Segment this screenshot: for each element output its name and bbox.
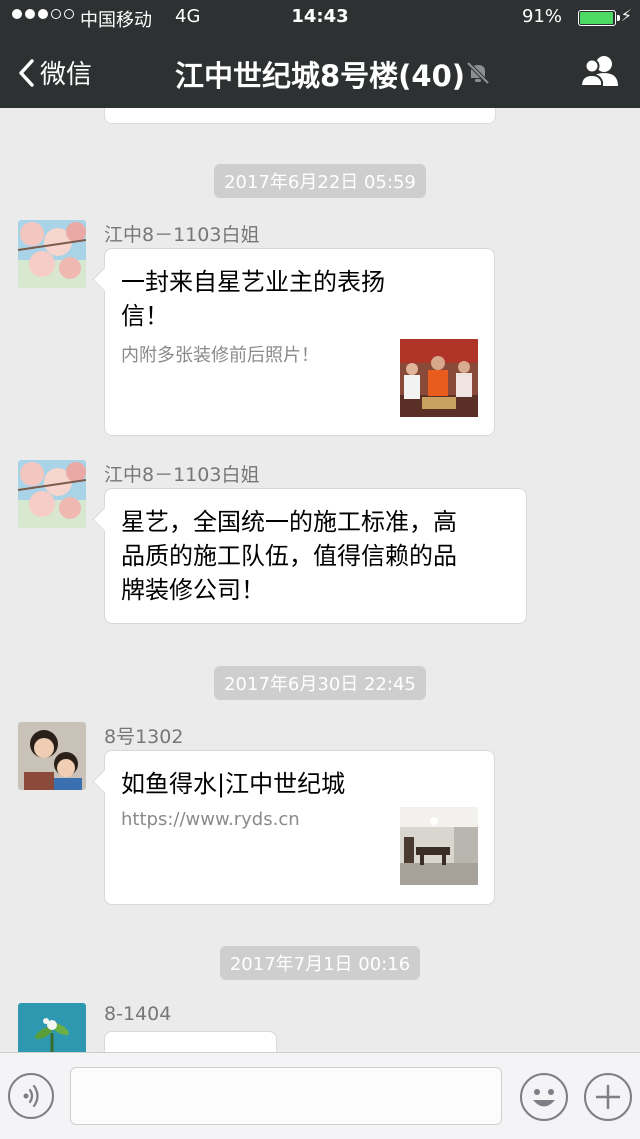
timestamp-divider: 2017年7月1日 00:16 [0, 946, 640, 980]
interior-room-thumbnail-icon [400, 807, 478, 885]
link-card-title: 如鱼得水|江中世纪城 [121, 770, 346, 798]
sender-name: 江中8－1103白姐 [104, 224, 260, 246]
timestamp-label: 2017年7月1日 00:16 [219, 946, 421, 980]
more-functions-button[interactable] [584, 1073, 632, 1121]
voice-icon [23, 1084, 39, 1108]
timestamp-label: 2017年6月22日 05:59 [214, 164, 426, 198]
link-card-title: 一封来自星艺业主的表扬 信！ [121, 268, 385, 330]
link-card-description: 内附多张装修前后照片！ [121, 345, 319, 366]
message-text: 星艺，全国统一的施工标准，高 品质的施工队伍，值得信赖的品 牌装修公司！ [121, 508, 457, 604]
family-avatar-icon [18, 722, 86, 790]
emoji-button[interactable] [520, 1073, 568, 1121]
message-input[interactable] [70, 1067, 502, 1125]
nav-bar: 微信 江中世纪城8号楼(40) [0, 36, 640, 108]
status-bar: 中国移动 4G 14:43 91% ⚡ [0, 0, 640, 36]
header: 中国移动 4G 14:43 91% ⚡ 微信 江中世纪城8号楼(40) [0, 0, 640, 108]
link-card-message[interactable]: 如鱼得水|江中世纪城 https://www.ryds.cn [104, 750, 495, 905]
chat-message-list[interactable]: 2017年6月22日 05:59 江中8－1103白姐 一封来自星艺业主的表扬 … [0, 108, 640, 1052]
timestamp-divider: 2017年6月30日 22:45 [0, 666, 640, 700]
link-card-url: https://www.ryds.cn [121, 809, 300, 830]
flower-avatar-icon [18, 460, 86, 528]
partial-message[interactable] [104, 1031, 277, 1052]
timestamp-divider: 2017年6月22日 05:59 [0, 164, 640, 198]
group-members-icon [579, 56, 618, 87]
emoji-icon [533, 1089, 555, 1107]
plus-icon [596, 1085, 620, 1109]
text-message[interactable]: 星艺，全国统一的施工标准，高 品质的施工队伍，值得信赖的品 牌装修公司！ [104, 488, 527, 624]
chat-title: 江中世纪城8号楼(40) [174, 59, 466, 93]
avatar[interactable] [18, 220, 86, 288]
battery-percent: 91% [521, 6, 562, 27]
previous-message-bubble[interactable] [104, 108, 496, 124]
mute-notifications-icon [466, 61, 490, 85]
plant-avatar-icon [18, 1003, 86, 1052]
charging-icon: ⚡ [620, 6, 632, 25]
flower-avatar-icon [18, 220, 86, 288]
timestamp-label: 2017年6月30日 22:45 [214, 666, 426, 700]
battery-icon [578, 10, 620, 26]
avatar[interactable] [18, 460, 86, 528]
group-photo-thumbnail-icon [400, 339, 478, 417]
sender-name: 8号1302 [104, 726, 184, 748]
message-input-bar [0, 1052, 640, 1139]
avatar[interactable] [18, 1003, 86, 1052]
voice-input-button[interactable] [8, 1073, 54, 1119]
link-card-message[interactable]: 一封来自星艺业主的表扬 信！ 内附多张装修前后照片！ [104, 248, 495, 436]
sender-name: 江中8－1103白姐 [104, 464, 260, 486]
group-info-button[interactable] [579, 54, 620, 92]
avatar[interactable] [18, 722, 86, 790]
sender-name: 8-1404 [104, 1003, 172, 1025]
